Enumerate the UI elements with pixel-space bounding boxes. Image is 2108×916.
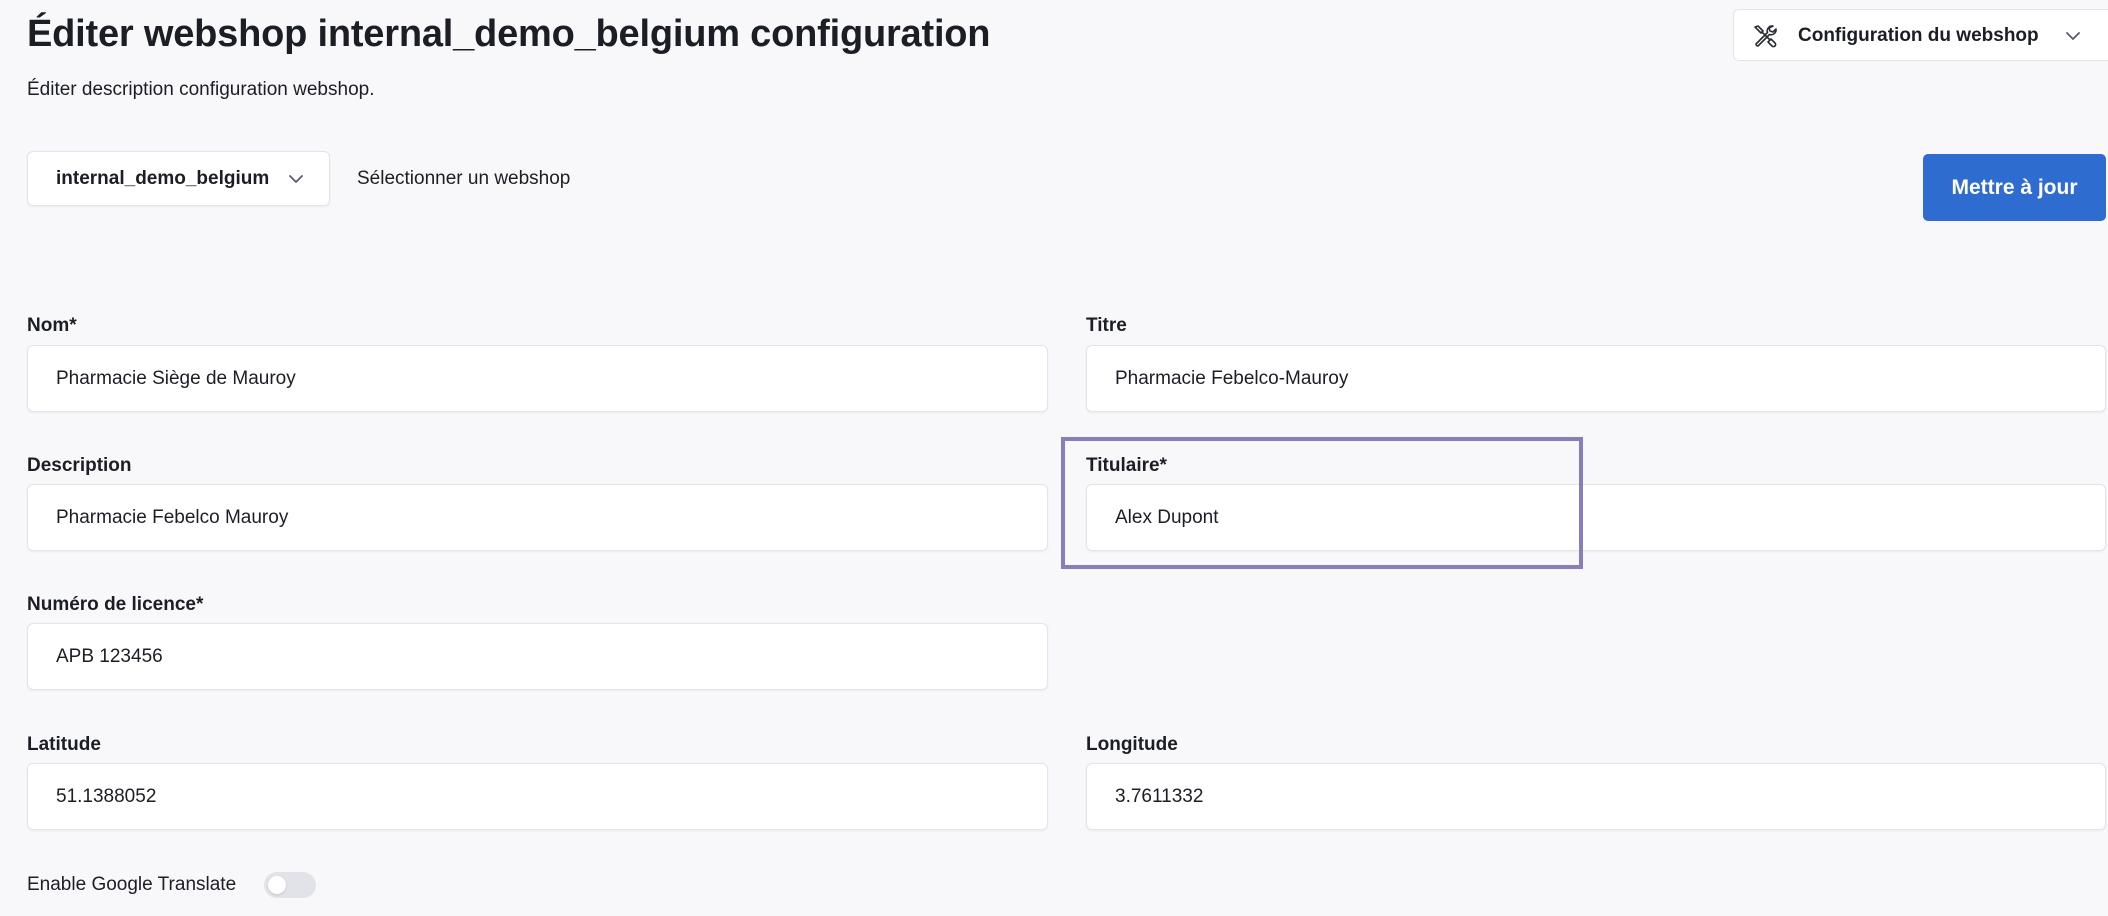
google-translate-toggle[interactable] xyxy=(264,872,316,898)
webshop-select-hint: Sélectionner un webshop xyxy=(357,168,571,189)
titulaire-input[interactable] xyxy=(1086,484,2106,551)
longitude-label: Longitude xyxy=(1086,734,1178,755)
chevron-down-icon xyxy=(2066,32,2080,40)
titre-input[interactable] xyxy=(1086,345,2106,412)
longitude-input[interactable] xyxy=(1086,763,2106,830)
page-title: Éditer webshop internal_demo_belgium con… xyxy=(27,13,991,55)
description-input[interactable] xyxy=(27,484,1048,551)
page-subtitle: Éditer description configuration webshop… xyxy=(27,79,375,100)
update-button[interactable]: Mettre à jour xyxy=(1923,154,2106,221)
nom-label: Nom* xyxy=(27,315,77,336)
toggle-knob xyxy=(268,876,286,894)
description-label: Description xyxy=(27,455,132,476)
tools-icon xyxy=(1754,25,1777,48)
google-translate-label: Enable Google Translate xyxy=(27,874,237,895)
webshop-select[interactable]: internal_demo_belgium xyxy=(27,151,330,206)
webshop-select-value: internal_demo_belgium xyxy=(56,168,270,189)
config-dropdown-label: Configuration du webshop xyxy=(1798,25,2039,46)
nom-input[interactable] xyxy=(27,345,1048,412)
titre-label: Titre xyxy=(1086,315,1127,336)
latitude-label: Latitude xyxy=(27,734,101,755)
latitude-input[interactable] xyxy=(27,763,1048,830)
webshop-config-dropdown[interactable]: Configuration du webshop xyxy=(1733,9,2108,61)
licence-input[interactable] xyxy=(27,623,1048,690)
titulaire-label: Titulaire* xyxy=(1086,455,1167,476)
page: Éditer webshop internal_demo_belgium con… xyxy=(0,0,2108,916)
licence-label: Numéro de licence* xyxy=(27,594,204,615)
chevron-down-icon xyxy=(289,175,303,183)
